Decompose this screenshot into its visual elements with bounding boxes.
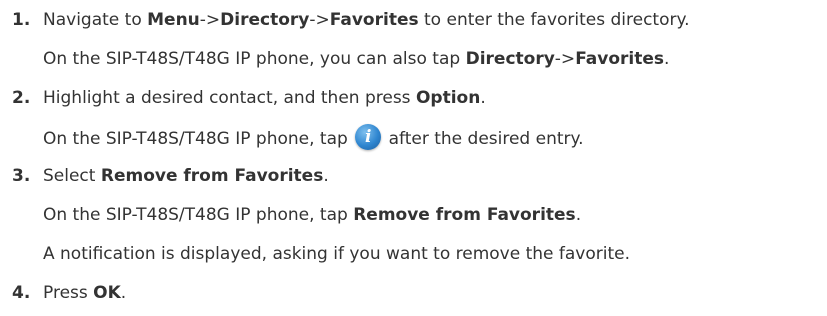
directory-term: Directory (465, 49, 555, 69)
info-icon-glyph: i (364, 127, 372, 147)
notification-text: A notification is displayed, asking if y… (43, 244, 631, 264)
step-3-line-2: On the SIP-T48S/T48G IP phone, tap Remov… (43, 204, 581, 226)
favorites-term: Favorites (329, 10, 419, 30)
period: . (323, 166, 329, 186)
period: . (480, 88, 486, 108)
step-3-text: Select (43, 166, 101, 186)
step-3-line-1: Select Remove from Favorites. (43, 165, 329, 187)
info-icon: i (355, 124, 382, 150)
option-term: Option (415, 88, 481, 108)
step-1-number: 1. (12, 10, 31, 30)
step-2-note-end: after the desired entry. (383, 129, 584, 149)
period: . (664, 49, 670, 69)
instruction-steps: 1. Navigate to Menu->Directory->Favorite… (0, 0, 827, 316)
step-1-line-1: Navigate to Menu->Directory->Favorites t… (43, 9, 690, 31)
step-1-text: Navigate to (43, 10, 148, 30)
arrow-separator: -> (309, 10, 330, 30)
step-1-text: to enter the favorites directory. (418, 10, 690, 30)
menu-term: Menu (147, 10, 200, 30)
step-4-text: Press (43, 283, 94, 303)
arrow-separator: -> (199, 10, 221, 30)
step-2-line-1: Highlight a desired contact, and then pr… (43, 87, 486, 109)
arrow-separator: -> (554, 49, 576, 69)
step-2-line-2: On the SIP-T48S/T48G IP phone, tap i aft… (43, 124, 584, 150)
step-1-line-2: On the SIP-T48S/T48G IP phone, you can a… (43, 48, 669, 70)
step-4-number: 4. (12, 283, 31, 303)
step-2-number: 2. (12, 88, 31, 108)
directory-term: Directory (220, 10, 310, 30)
remove-from-favorites-term: Remove from Favorites (100, 166, 324, 186)
period: . (575, 205, 582, 225)
favorites-term: Favorites (575, 49, 665, 69)
step-4-line-1: Press OK. (43, 282, 126, 304)
ok-term: OK (93, 283, 121, 303)
step-3-line-3: A notification is displayed, asking if y… (43, 243, 630, 265)
remove-from-favorites-term: Remove from Favorites (353, 205, 576, 225)
step-1-note: On the SIP-T48S/T48G IP phone, you can a… (43, 49, 466, 69)
step-2-text: Highlight a desired contact, and then pr… (43, 88, 416, 108)
period: . (120, 283, 127, 303)
step-3-number: 3. (12, 166, 31, 186)
step-2-note: On the SIP-T48S/T48G IP phone, tap (43, 129, 354, 149)
step-3-note: On the SIP-T48S/T48G IP phone, tap (43, 205, 354, 225)
